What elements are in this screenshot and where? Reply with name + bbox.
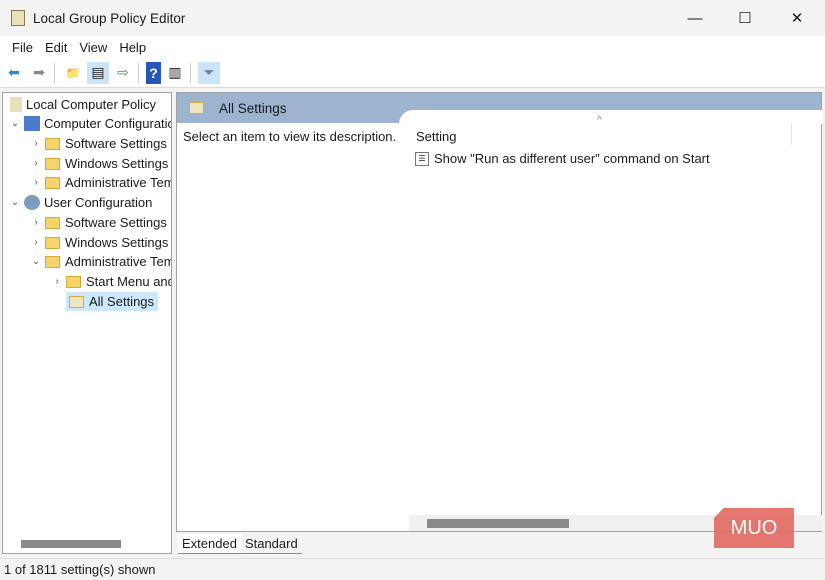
tree-administrative-templates[interactable]: ›Administrative Templates	[30, 173, 171, 192]
tree-computer-configuration[interactable]: ⌄ Computer Configuration	[9, 114, 171, 133]
tree-windows-settings[interactable]: › Windows Settings	[30, 154, 168, 173]
chevron-right-icon[interactable]: ›	[30, 138, 42, 149]
tree-start-menu[interactable]: ›Start Menu and Taskbar	[51, 272, 171, 291]
tree-pane: Local Computer Policy ⌄ Computer Configur…	[2, 92, 172, 554]
close-button[interactable]: ✕	[772, 0, 822, 36]
folder-icon	[45, 216, 60, 229]
show-hide-tree-icon[interactable]: ▤	[87, 61, 109, 84]
tree-software-settings[interactable]: › Software Settings	[30, 134, 167, 153]
tab-extended[interactable]: Extended	[178, 534, 241, 554]
view-tabs: Extended Standard	[178, 534, 302, 554]
description-text: Select an item to view its description.	[183, 129, 397, 144]
chevron-right-icon[interactable]: ›	[30, 158, 42, 169]
folder-icon	[45, 176, 60, 189]
status-bar: 1 of 1811 setting(s) shown	[0, 558, 825, 580]
export-list-icon[interactable]: ⇨	[112, 62, 134, 84]
chevron-right-icon[interactable]: ›	[30, 237, 42, 248]
computer-icon	[24, 116, 40, 131]
app-icon	[11, 10, 25, 26]
folder-icon	[45, 157, 60, 170]
maximize-button[interactable]: ☐	[720, 0, 770, 36]
tree-software-settings[interactable]: › Software Settings	[30, 213, 167, 232]
watermark-logo: MUO	[714, 508, 794, 548]
menu-bar: File Edit View Help	[0, 36, 825, 58]
details-pane: All Settings Select an item to view its …	[176, 92, 823, 532]
user-icon	[24, 195, 40, 210]
tree-administrative-templates[interactable]: ⌄Administrative Templates	[30, 252, 171, 271]
minimize-button[interactable]: —	[670, 0, 720, 36]
tab-standard[interactable]: Standard	[240, 534, 302, 554]
tree-user-configuration[interactable]: ⌄ User Configuration	[9, 193, 152, 212]
status-text: 1 of 1811 setting(s) shown	[4, 562, 156, 577]
tree-all-settings[interactable]: All Settings	[66, 292, 159, 311]
menu-action[interactable]: Edit	[45, 40, 67, 55]
pane-title: All Settings	[219, 100, 287, 116]
forward-icon[interactable]: ➡	[28, 62, 50, 84]
properties-icon[interactable]: ▥	[164, 62, 186, 84]
toolbar: ⬅ ➡ 📁 ▤ ⇨ ? ▥ ⏷	[0, 58, 825, 88]
title-bar: Local Group Policy Editor — ☐ ✕	[0, 0, 825, 36]
up-folder-icon[interactable]: 📁	[62, 62, 84, 84]
chevron-down-icon[interactable]: ⌄	[9, 118, 21, 129]
filter-icon[interactable]: ⏷	[198, 61, 220, 84]
sort-indicator: ^	[597, 115, 602, 126]
folder-icon	[45, 137, 60, 150]
help-icon[interactable]: ?	[146, 61, 161, 84]
all-settings-icon	[69, 295, 84, 308]
chevron-right-icon[interactable]: ›	[30, 177, 42, 188]
tree-scrollbar-thumb[interactable]	[21, 540, 121, 548]
chevron-right-icon[interactable]: ›	[51, 276, 63, 287]
folder-icon	[66, 275, 81, 288]
tree-local-computer-policy[interactable]: Local Computer Policy	[7, 95, 156, 114]
all-settings-icon	[189, 102, 204, 114]
setting-row[interactable]: ☰ Show "Run as different user" command on…	[415, 151, 710, 166]
chevron-down-icon[interactable]: ⌄	[30, 256, 42, 267]
back-icon[interactable]: ⬅	[3, 62, 25, 84]
chevron-right-icon[interactable]: ›	[30, 217, 42, 228]
folder-icon	[45, 255, 60, 268]
chevron-down-icon[interactable]: ⌄	[9, 197, 21, 208]
policy-icon	[10, 97, 22, 112]
menu-view[interactable]: View	[79, 40, 107, 55]
folder-icon	[45, 236, 60, 249]
policy-setting-icon: ☰	[415, 151, 429, 166]
menu-file[interactable]: File	[12, 40, 33, 55]
menu-help[interactable]: Help	[119, 40, 146, 55]
scrollbar-thumb[interactable]	[427, 519, 569, 528]
tree-windows-settings[interactable]: › Windows Settings	[30, 233, 168, 252]
window-title: Local Group Policy Editor	[33, 10, 186, 26]
column-header-setting[interactable]: Setting	[416, 129, 456, 144]
